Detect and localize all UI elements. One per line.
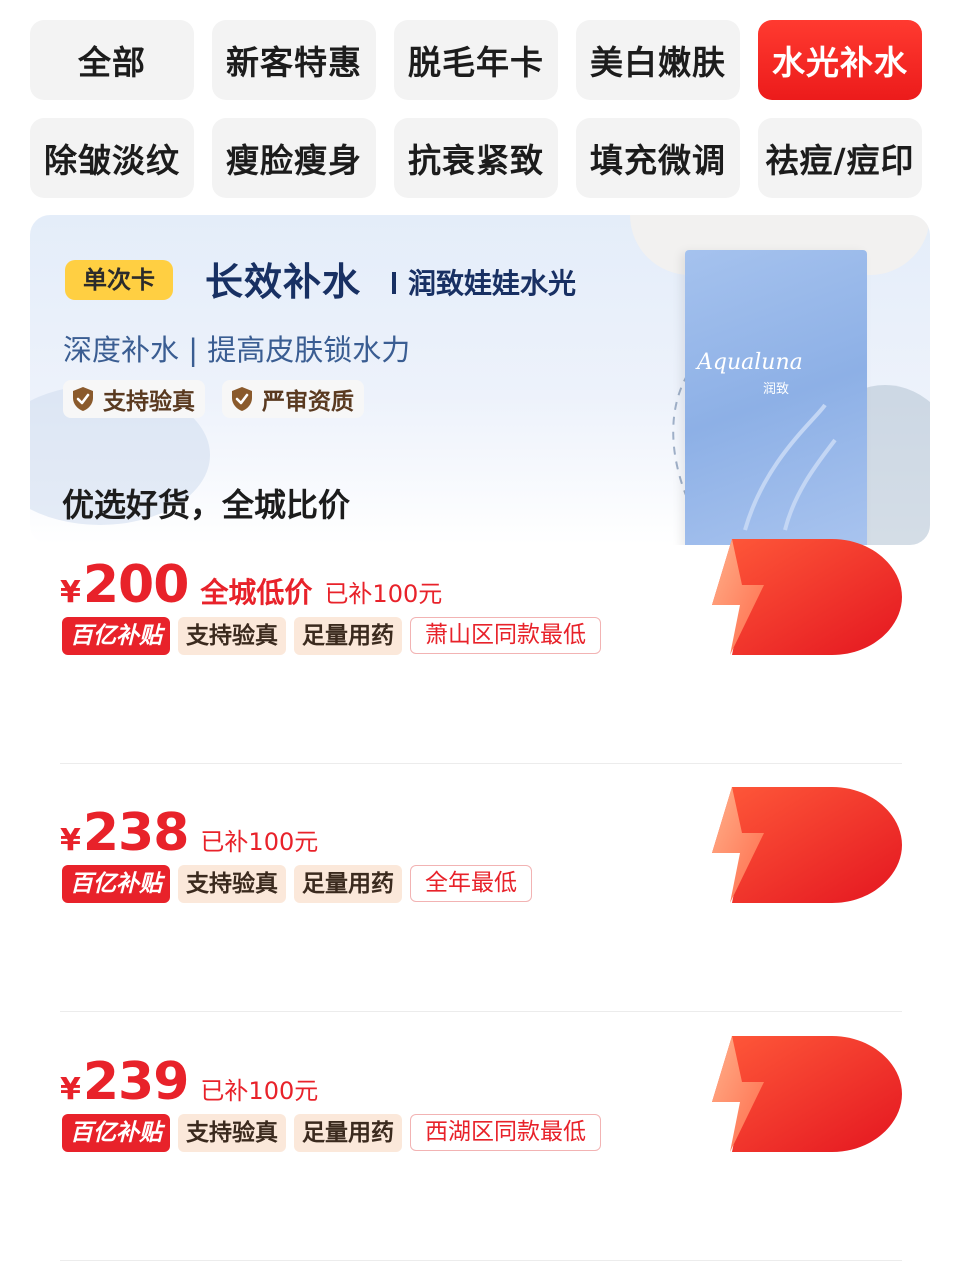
subsidy-tag: 百亿补贴: [62, 617, 170, 655]
listing-card[interactable]: ¥ 238 已补100元 百亿补贴 支持验真 足量用药 全年最低: [60, 787, 902, 1003]
currency-symbol: ¥: [60, 575, 81, 610]
verify-tag: 支持验真: [178, 1114, 286, 1152]
category-tab-hair-removal[interactable]: 脱毛年卡: [394, 20, 558, 100]
listing-divider: [60, 763, 902, 764]
price-row: ¥ 238 已补100元: [60, 803, 318, 863]
price-value: 239: [82, 1052, 190, 1112]
tag-row: 百亿补贴 支持验真 足量用药 全年最低: [62, 865, 532, 903]
price-note: 全城低价: [200, 576, 313, 609]
price-value: 200: [82, 555, 190, 615]
subsidy-tag: 百亿补贴: [62, 1114, 170, 1152]
lightning-buy-button[interactable]: [702, 1032, 902, 1156]
price-value: 238: [82, 803, 190, 863]
card-type-badge: 单次卡: [65, 260, 173, 300]
category-tab-all[interactable]: 全部: [30, 20, 194, 100]
subsidy-text: 已补100元: [324, 580, 443, 608]
price-row: ¥ 239 已补100元: [60, 1052, 318, 1112]
category-tab-anti-aging[interactable]: 抗衰紧致: [394, 118, 558, 198]
product-box-image: Aqualuna 润致: [685, 250, 867, 545]
listing-divider: [60, 1260, 902, 1261]
banner-title: 长效补水: [205, 260, 362, 304]
qualification-badge: 严审资质: [222, 380, 364, 418]
category-tab-filler[interactable]: 填充微调: [576, 118, 740, 198]
lightning-buy-button[interactable]: [702, 535, 902, 659]
lightning-buy-button[interactable]: [702, 783, 902, 907]
category-tabs: 全部 新客特惠 脱毛年卡 美白嫩肤 水光补水 除皱淡纹 瘦脸瘦身 抗衰紧致 填充…: [30, 20, 930, 198]
section-title: 优选好货，全城比价: [62, 486, 351, 524]
banner-subtitle: 润致娃娃水光: [408, 267, 577, 300]
listing-divider: [60, 1011, 902, 1012]
category-tab-slimming[interactable]: 瘦脸瘦身: [212, 118, 376, 198]
qualification-badge-label: 严审资质: [262, 389, 354, 415]
product-swirl-decoration: [743, 403, 837, 531]
banner-description: 深度补水 | 提高皮肤锁水力: [63, 333, 411, 367]
currency-symbol: ¥: [60, 823, 81, 858]
category-tab-whitening[interactable]: 美白嫩肤: [576, 20, 740, 100]
listing-card[interactable]: ¥ 200 全城低价 已补100元 百亿补贴 支持验真 足量用药 萧山区同款最低: [60, 539, 902, 755]
verify-tag: 支持验真: [178, 865, 286, 903]
rank-tag: 萧山区同款最低: [410, 617, 601, 654]
subsidy-text: 已补100元: [200, 1077, 319, 1105]
tag-row: 百亿补贴 支持验真 足量用药 西湖区同款最低: [62, 1114, 601, 1152]
full-dose-tag: 足量用药: [294, 617, 402, 655]
verify-tag: 支持验真: [178, 617, 286, 655]
category-tab-acne[interactable]: 祛痘/痘印: [758, 118, 922, 198]
subsidy-text: 已补100元: [200, 828, 319, 856]
currency-symbol: ¥: [60, 1072, 81, 1107]
full-dose-tag: 足量用药: [294, 1114, 402, 1152]
product-brand: Aqualuna: [697, 350, 803, 375]
rank-tag: 全年最低: [410, 865, 532, 902]
category-tab-hydration[interactable]: 水光补水: [758, 20, 922, 100]
listing-card[interactable]: ¥ 239 已补100元 百亿补贴 支持验真 足量用药 西湖区同款最低: [60, 1036, 902, 1252]
banner-title-separator: [392, 272, 396, 294]
verify-badge: 支持验真: [63, 380, 205, 418]
price-row: ¥ 200 全城低价 已补100元: [60, 555, 442, 615]
subsidy-tag: 百亿补贴: [62, 865, 170, 903]
verify-badge-label: 支持验真: [103, 389, 195, 415]
category-tab-new-customer[interactable]: 新客特惠: [212, 20, 376, 100]
tag-row: 百亿补贴 支持验真 足量用药 萧山区同款最低: [62, 617, 601, 655]
shield-check-icon: [73, 387, 93, 411]
category-tab-anti-wrinkle[interactable]: 除皱淡纹: [30, 118, 194, 198]
rank-tag: 西湖区同款最低: [410, 1114, 601, 1151]
shield-check-icon: [232, 387, 252, 411]
full-dose-tag: 足量用药: [294, 865, 402, 903]
product-brand-cn: 润致: [763, 382, 790, 397]
